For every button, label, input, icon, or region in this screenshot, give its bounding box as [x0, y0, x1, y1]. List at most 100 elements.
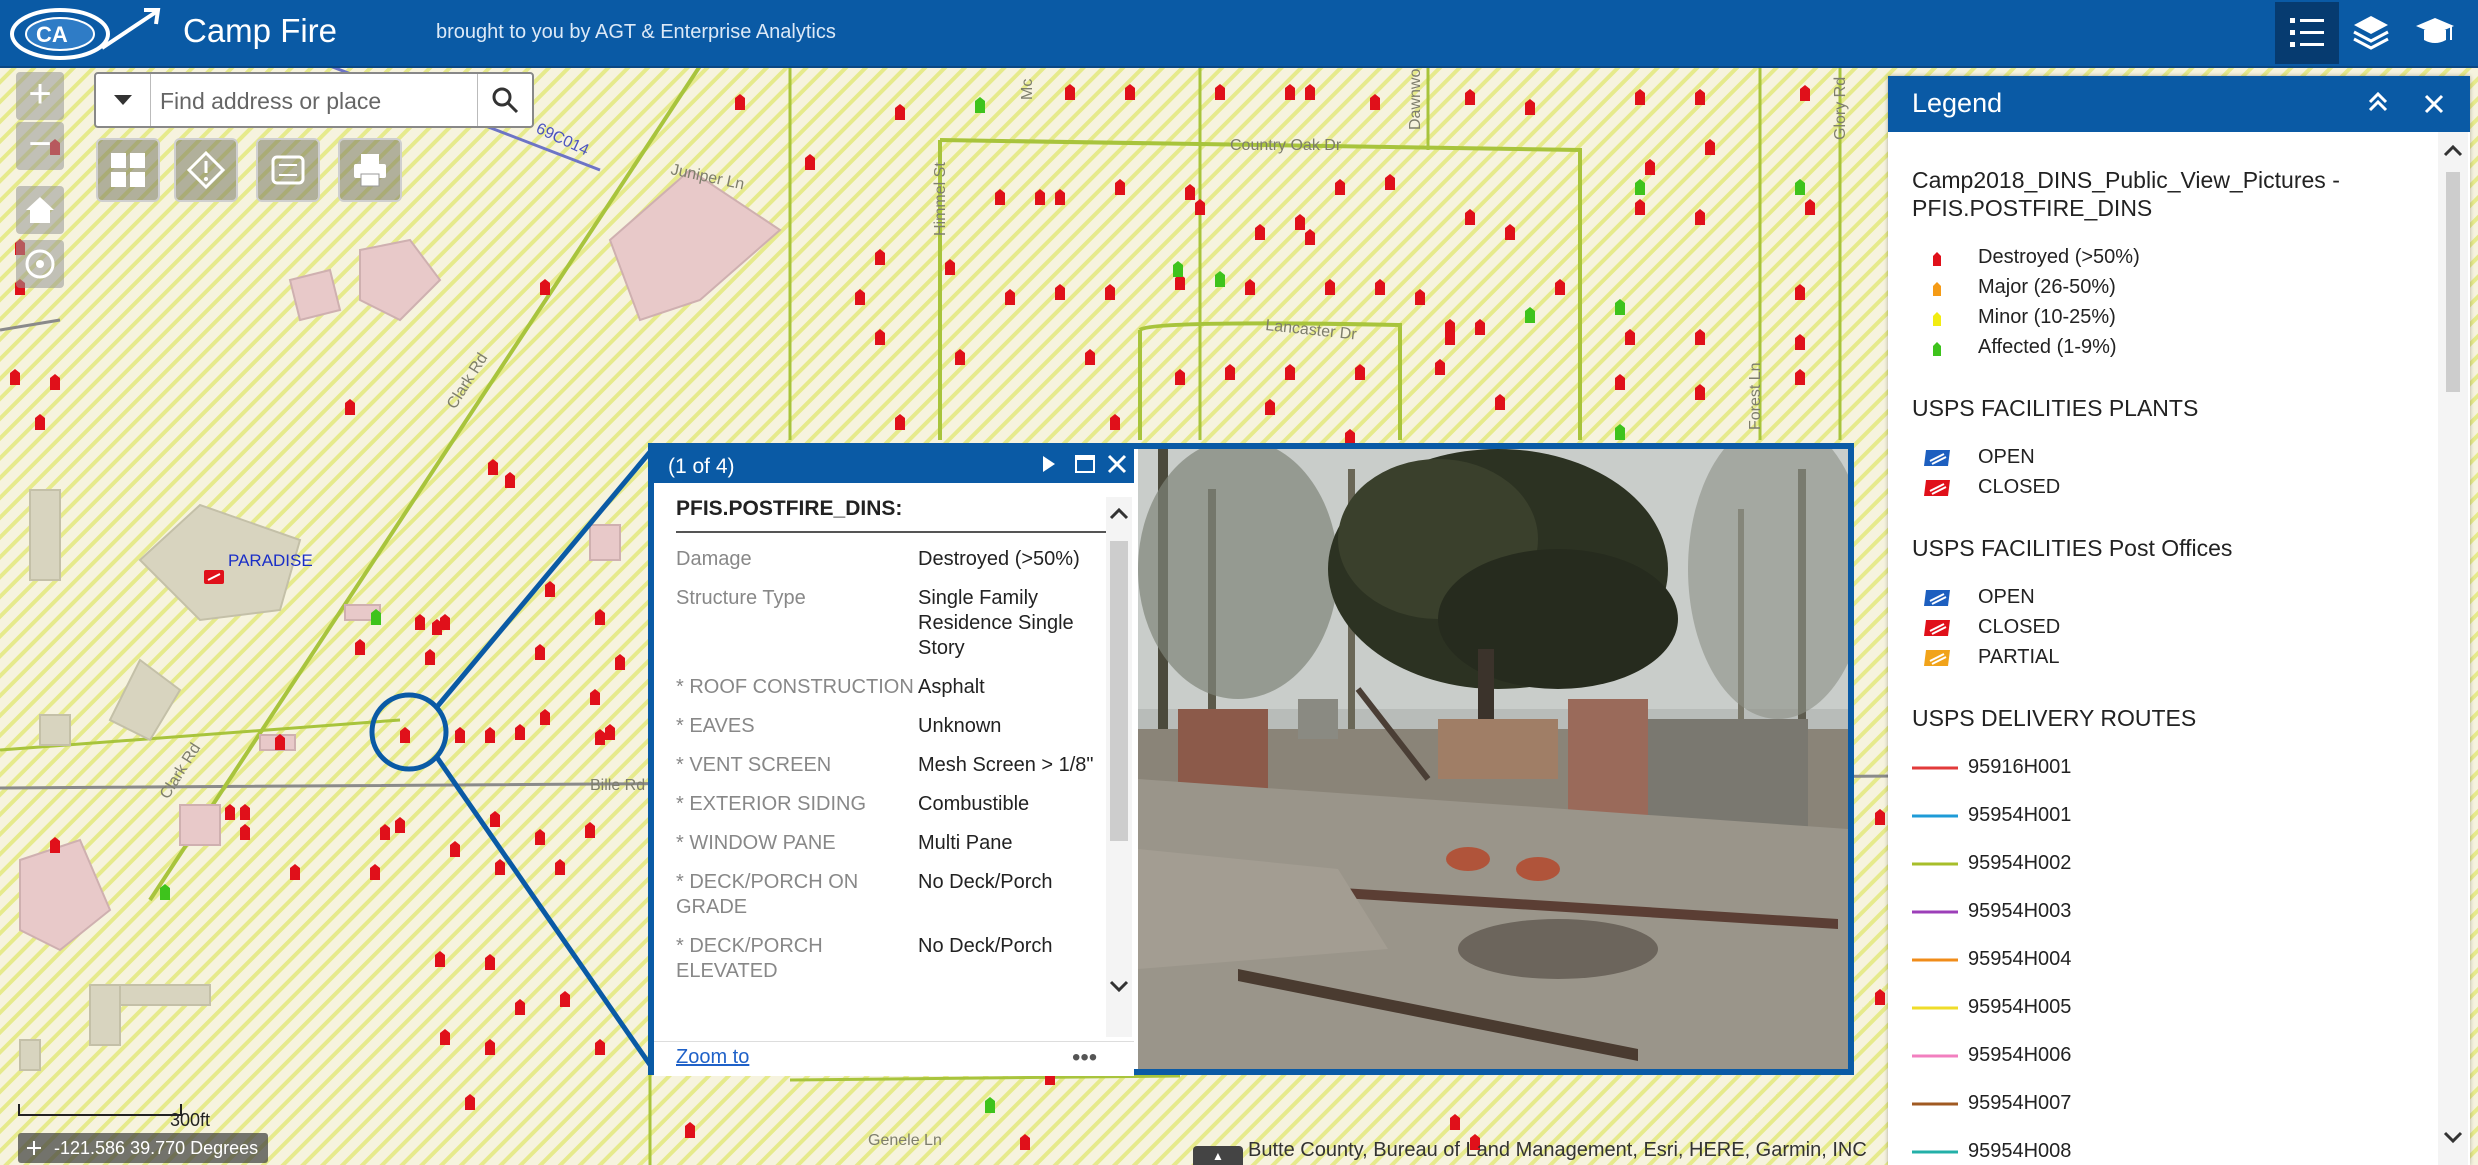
more-actions-button[interactable]: ••• — [1072, 1044, 1097, 1072]
legend-item-label: 95916H001 — [1968, 756, 2072, 778]
svg-text:Genele Ln: Genele Ln — [868, 1132, 942, 1149]
attribute-value: No Deck/Porch — [918, 871, 1053, 893]
attribute-value: Destroyed (>50%) — [918, 548, 1080, 570]
legend-item-label: 95954H001 — [1968, 804, 2072, 826]
measure-icon — [186, 150, 226, 190]
legend-body[interactable]: Camp2018_DINS_Public_View_Pictures - PFI… — [1888, 132, 2438, 1165]
usps-eagle-icon — [1924, 620, 1950, 636]
feature-popup: (1 of 4) PFIS.POSTFIRE_DINS: Damage Destr… — [648, 443, 1854, 1076]
attribute-row: * VENT SCREEN Mesh Screen > 1/8" — [676, 749, 1116, 788]
attribute-value: Unknown — [918, 715, 1002, 737]
attribute-row: * EAVES Unknown — [676, 710, 1116, 749]
legend-item-label: OPEN — [1978, 446, 2035, 468]
about-button[interactable] — [2403, 2, 2467, 64]
legend-item-label: Affected (1-9%) — [1978, 336, 2117, 358]
line-icon — [1912, 1006, 1958, 1010]
attribute-key: * DECK/PORCH ON GRADE — [676, 871, 859, 918]
house-marker-icon — [1933, 252, 1941, 266]
chevron-down-icon — [2443, 1131, 2463, 1144]
attribute-row: * EXTERIOR SIDING Combustible — [676, 788, 1116, 827]
printer-icon — [354, 154, 386, 187]
about-icon — [2416, 18, 2454, 43]
attribution-toggle[interactable]: ▲ — [1193, 1146, 1243, 1165]
legend-item-label: 95954H008 — [1968, 1140, 2072, 1162]
attribute-key: * DECK/PORCH ELEVATED — [676, 935, 823, 982]
legend-scrollbar[interactable] — [2438, 132, 2468, 1165]
attribute-value: Combustible — [918, 793, 1030, 815]
app-title: Camp Fire — [183, 12, 338, 49]
svg-text:Bille Rd: Bille Rd — [590, 777, 645, 794]
legend-section-heading: Camp2018_DINS_Public_View_Pictures - PFI… — [1912, 167, 2340, 221]
search-icon — [492, 87, 519, 114]
close-popup-button[interactable] — [1106, 453, 1128, 479]
coordinates-readout[interactable]: -121.586 39.770 Degrees — [18, 1133, 269, 1163]
house-marker-icon — [1933, 282, 1941, 296]
search-source-dropdown[interactable] — [96, 74, 151, 126]
attribute-value: Asphalt — [918, 676, 985, 698]
next-feature-button[interactable] — [1040, 453, 1058, 479]
legend-button[interactable] — [2275, 2, 2339, 64]
line-icon — [1912, 1054, 1958, 1058]
attribute-key: * EXTERIOR SIDING — [676, 793, 867, 815]
legend-item-label: PARTIAL — [1978, 646, 2060, 668]
attribute-row: * DECK/PORCH ON GRADE No Deck/Porch — [676, 866, 1116, 930]
close-legend-button[interactable] — [2422, 84, 2446, 124]
attribute-row: Damage Destroyed (>50%) — [676, 543, 1116, 582]
chevron-down-icon — [1109, 980, 1129, 993]
locate-icon — [25, 249, 55, 279]
popup-scroll-thumb[interactable] — [1110, 541, 1128, 841]
chevron-down-icon — [114, 95, 132, 105]
popup-header: (1 of 4) — [654, 449, 1134, 483]
chevron-up-icon — [1109, 507, 1129, 520]
legend-item-label: 95954H006 — [1968, 1044, 2072, 1066]
legend-panel: Legend Camp2018_DINS_Public_View_Picture… — [1888, 76, 2470, 1165]
line-icon — [1912, 1150, 1958, 1154]
legend-item-label: 95954H003 — [1968, 900, 2072, 922]
attribute-key: Damage — [676, 548, 752, 570]
locate-button[interactable] — [16, 240, 64, 288]
print-button[interactable] — [338, 138, 402, 202]
layers-icon — [2353, 16, 2389, 50]
popup-divider — [676, 531, 1112, 533]
search-widget — [94, 72, 570, 128]
legend-scroll-thumb[interactable] — [2446, 172, 2460, 392]
legend-item-label: Minor (10-25%) — [1978, 306, 2116, 328]
legend-item-label: Destroyed (>50%) — [1978, 246, 2140, 268]
popup-scrollbar[interactable] — [1106, 497, 1132, 1037]
popup-content[interactable]: PFIS.POSTFIRE_DINS: Damage Destroyed (>50… — [654, 483, 1134, 1041]
home-button[interactable] — [16, 186, 64, 234]
line-icon — [1912, 910, 1958, 914]
svg-text:Glory Rd: Glory Rd — [1832, 77, 1849, 140]
basemap-gallery-button[interactable] — [96, 138, 160, 202]
search-button[interactable] — [477, 74, 532, 126]
crosshair-icon — [27, 1141, 41, 1155]
zoom-out-button[interactable]: − — [16, 122, 64, 170]
line-icon — [1912, 814, 1958, 818]
damage-photo[interactable] — [1138, 449, 1848, 1069]
svg-text:CA: CA — [36, 22, 68, 47]
maximize-button[interactable] — [1074, 453, 1096, 479]
measurement-button[interactable] — [174, 138, 238, 202]
legend-section-heading: USPS FACILITIES Post Offices — [1912, 535, 2233, 561]
grid-icon — [111, 153, 145, 187]
zoom-to-link[interactable]: Zoom to — [676, 1046, 749, 1069]
map-attribution: Butte County, Bureau of Land Management,… — [1248, 1139, 1867, 1161]
popup-count: (1 of 4) — [668, 455, 735, 478]
line-icon — [1912, 766, 1958, 770]
collapse-legend-button[interactable] — [2364, 88, 2392, 121]
legend-section-heading: USPS DELIVERY ROUTES — [1912, 705, 2197, 731]
attribute-value: No Deck/Porch — [918, 935, 1053, 957]
attribute-row: Structure Type Single Family Residence Si… — [676, 582, 1116, 671]
attribute-row: * DECK/PORCH ELEVATED No Deck/Porch — [676, 930, 1116, 994]
line-icon — [1912, 958, 1958, 962]
attribute-row: * WINDOW PANE Multi Pane — [676, 827, 1116, 866]
layers-button[interactable] — [2339, 2, 2403, 64]
zoom-in-button[interactable]: + — [16, 72, 64, 120]
directions-button[interactable] — [256, 138, 320, 202]
coordinates-text: -121.586 39.770 Degrees — [54, 1138, 259, 1158]
legend-item-label: CLOSED — [1978, 616, 2061, 638]
attribute-key: * WINDOW PANE — [676, 832, 836, 854]
legend-header: Legend — [1888, 76, 2470, 132]
directions-icon — [271, 155, 305, 185]
legend-section-heading: USPS FACILITIES PLANTS — [1912, 395, 2199, 421]
